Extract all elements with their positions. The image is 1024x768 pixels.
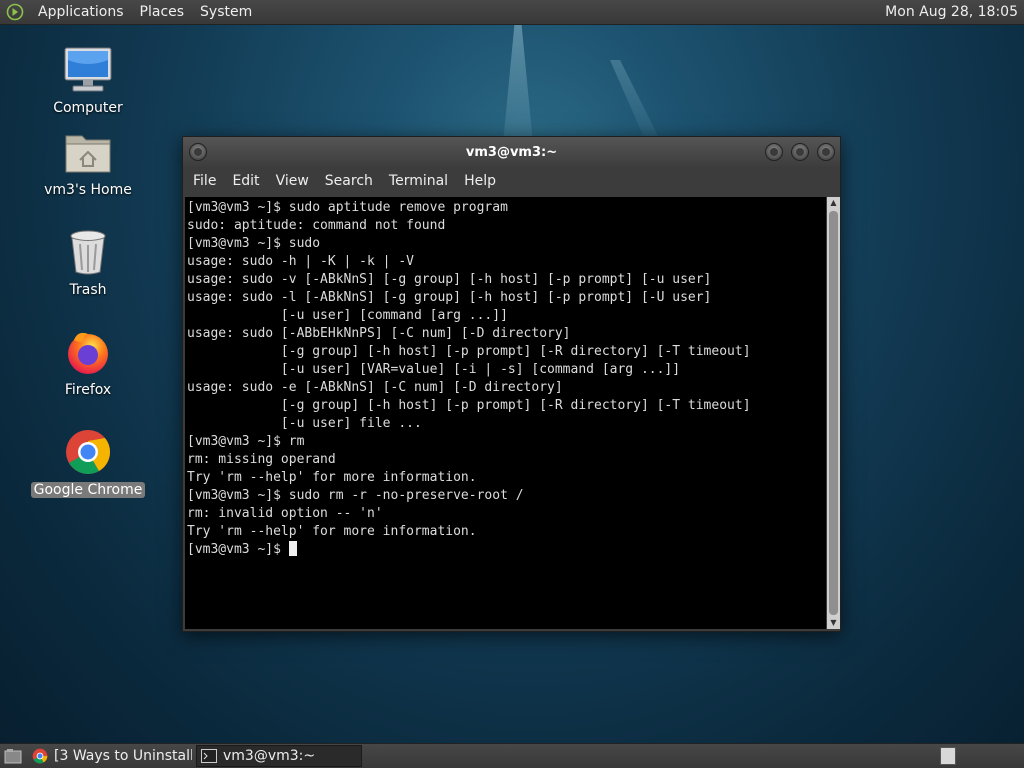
terminal-line: usage: sudo -e [-ABkNnS] [-C num] [-D di… [187, 380, 563, 395]
taskbar-item-chrome[interactable]: [3 Ways to Uninstall... [28, 745, 192, 767]
terminal-cursor [288, 541, 297, 556]
desktop-icon-label: vm3's Home [44, 182, 132, 198]
show-desktop-icon[interactable] [2, 746, 24, 766]
menu-search[interactable]: Search [317, 173, 381, 189]
terminal-scrollbar[interactable]: ▲ ▼ [827, 197, 840, 629]
terminal-line: usage: sudo [-ABbEHkNnPS] [-C num] [-D d… [187, 326, 571, 341]
taskbar-item-terminal[interactable]: vm3@vm3:~ [196, 745, 362, 767]
terminal-line: usage: sudo -l [-ABkNnS] [-g group] [-h … [187, 290, 712, 305]
workspace-switcher[interactable] [940, 747, 956, 765]
desktop-icon-label: Computer [53, 100, 123, 116]
clock[interactable]: Mon Aug 28, 18:05 [885, 4, 1024, 20]
terminal-line: Try 'rm --help' for more information. [187, 524, 477, 539]
terminal-line: [-u user] [VAR=value] [-i | -s] [command… [187, 362, 681, 377]
terminal-line: [vm3@vm3 ~]$ sudo [187, 236, 321, 251]
trash-icon [62, 226, 114, 278]
terminal-icon [201, 748, 217, 764]
applications-menu[interactable]: Applications [30, 4, 132, 20]
terminal-line: usage: sudo -v [-ABkNnS] [-g group] [-h … [187, 272, 712, 287]
terminal-line: [vm3@vm3 ~]$ sudo rm -r -no-preserve-roo… [187, 488, 524, 503]
firefox-icon [62, 326, 114, 378]
computer-icon [62, 44, 114, 96]
desktop-icon-home[interactable]: vm3's Home [28, 126, 148, 198]
home-folder-icon [62, 126, 114, 178]
taskbar-item-label: vm3@vm3:~ [223, 748, 316, 764]
terminal-line: usage: sudo -h | -K | -k | -V [187, 254, 414, 269]
scroll-up-arrow-icon[interactable]: ▲ [827, 197, 840, 209]
terminal-line: Try 'rm --help' for more information. [187, 470, 477, 485]
menu-edit[interactable]: Edit [224, 173, 267, 189]
window-title: vm3@vm3:~ [465, 144, 558, 160]
terminal-line: rm: invalid option -- 'n' [187, 506, 383, 521]
window-menu-button[interactable] [189, 143, 207, 161]
terminal-line: [-u user] file ... [187, 416, 422, 431]
terminal-line: [-u user] [command [arg ...]] [187, 308, 508, 323]
terminal-output[interactable]: [vm3@vm3 ~]$ sudo aptitude remove progra… [185, 197, 826, 629]
desktop-icon-trash[interactable]: Trash [28, 226, 148, 298]
light-streak [610, 60, 660, 140]
terminal-line: [-g group] [-h host] [-p prompt] [-R dir… [187, 344, 751, 359]
terminal-prompt-line: [vm3@vm3 ~]$ [187, 541, 826, 559]
scrollbar-thumb[interactable] [829, 211, 838, 615]
top-panel: Applications Places System Mon Aug 28, 1… [0, 0, 1024, 25]
bottom-panel: [3 Ways to Uninstall... vm3@vm3:~ [0, 743, 1024, 768]
chrome-icon [62, 426, 114, 478]
desktop-icon-firefox[interactable]: Firefox [28, 326, 148, 398]
menu-help[interactable]: Help [456, 173, 504, 189]
maximize-button[interactable] [791, 143, 809, 161]
desktop-icon-google-chrome[interactable]: Google Chrome [28, 426, 148, 498]
terminal-window[interactable]: vm3@vm3:~ File Edit View Search Terminal… [182, 136, 841, 632]
scroll-down-arrow-icon[interactable]: ▼ [827, 617, 840, 629]
terminal-line: sudo: aptitude: command not found [187, 218, 446, 233]
main-menu-logo-icon[interactable] [6, 2, 26, 22]
terminal-line: [-g group] [-h host] [-p prompt] [-R dir… [187, 398, 751, 413]
close-button[interactable] [817, 143, 835, 161]
terminal-line: rm: missing operand [187, 452, 336, 467]
taskbar-item-label: [3 Ways to Uninstall... [54, 748, 192, 764]
menu-view[interactable]: View [268, 173, 317, 189]
terminal-menubar: File Edit View Search Terminal Help [183, 167, 840, 195]
terminal-prompt: [vm3@vm3 ~]$ [187, 542, 289, 557]
minimize-button[interactable] [765, 143, 783, 161]
desktop-icon-computer[interactable]: Computer [28, 44, 148, 116]
desktop-icon-label: Firefox [64, 382, 112, 398]
terminal-line: [vm3@vm3 ~]$ sudo aptitude remove progra… [187, 200, 508, 215]
places-menu[interactable]: Places [132, 4, 193, 20]
desktop-icon-label: Google Chrome [30, 482, 146, 498]
menu-file[interactable]: File [185, 173, 224, 189]
desktop-icon-label: Trash [69, 282, 107, 298]
terminal-text: [vm3@vm3 ~]$ sudo aptitude remove progra… [185, 197, 826, 559]
chrome-icon [32, 748, 48, 764]
menu-terminal[interactable]: Terminal [381, 173, 456, 189]
terminal-line: [vm3@vm3 ~]$ rm [187, 434, 305, 449]
window-titlebar[interactable]: vm3@vm3:~ [183, 137, 840, 167]
system-menu[interactable]: System [192, 4, 260, 20]
